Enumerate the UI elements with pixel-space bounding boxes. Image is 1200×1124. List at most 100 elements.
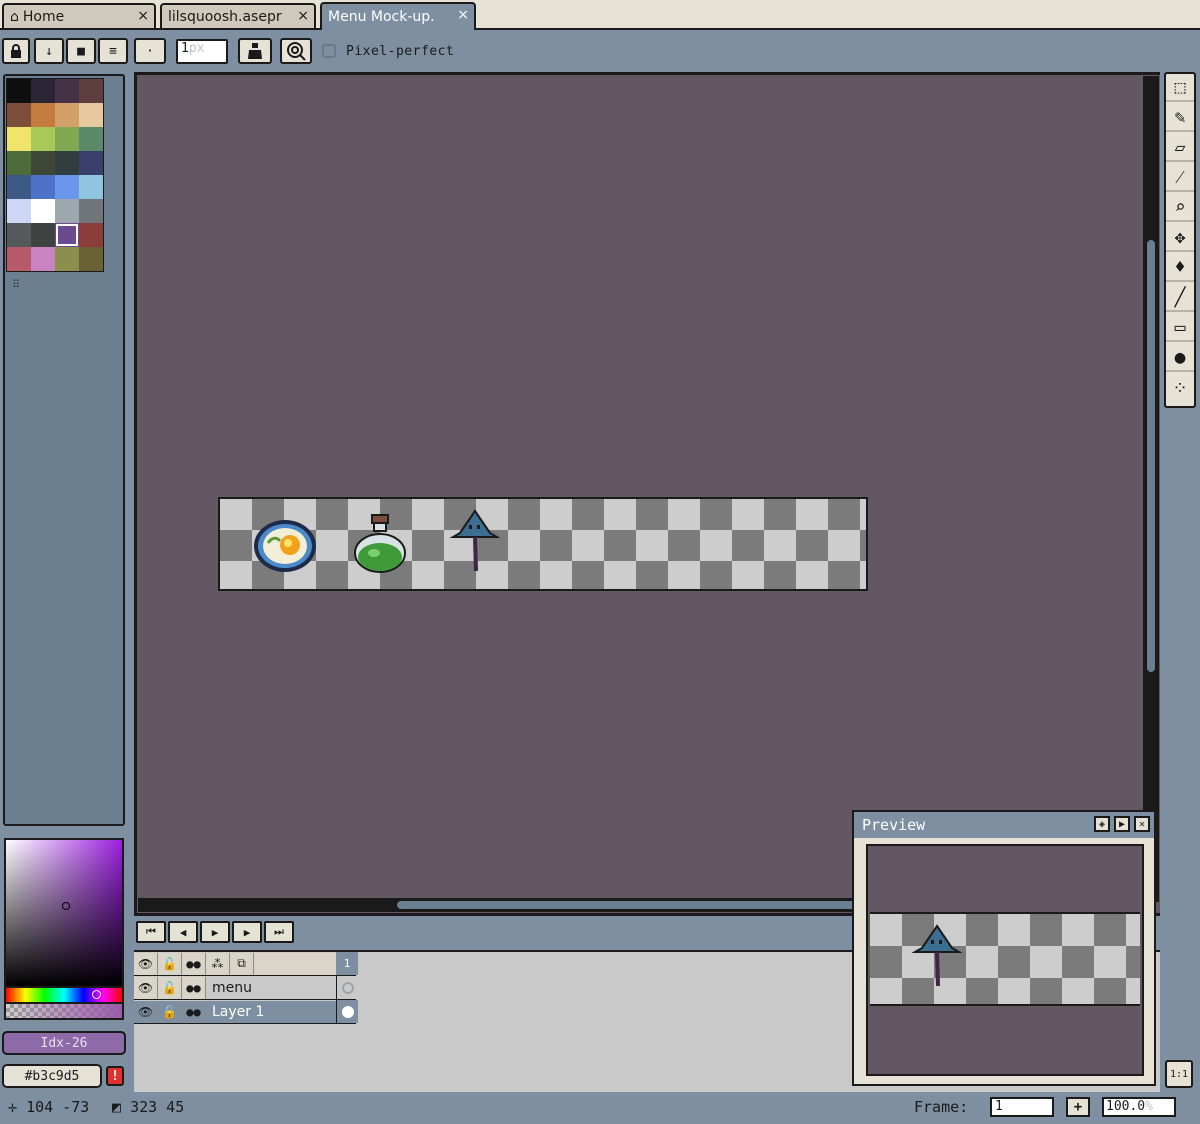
- close-icon[interactable]: ×: [137, 8, 149, 24]
- horizontal-scroll-thumb[interactable]: [397, 901, 867, 909]
- palette-swatch[interactable]: [79, 247, 103, 271]
- play-icon[interactable]: ▶: [200, 921, 230, 943]
- frame-input[interactable]: 1: [990, 1097, 1054, 1117]
- palette-swatch[interactable]: [79, 79, 103, 103]
- hue-slider[interactable]: [4, 988, 124, 1004]
- unlock-icon[interactable]: 🔓: [158, 1000, 182, 1023]
- spray-tool-icon[interactable]: ⁘: [1166, 374, 1194, 402]
- palette-grip-icon[interactable]: ⠿: [12, 278, 20, 291]
- rectangle-tool-icon[interactable]: ▭: [1166, 314, 1194, 342]
- ink-icon[interactable]: [238, 38, 272, 64]
- eye-icon[interactable]: 👁: [134, 976, 158, 999]
- menu-lines-icon[interactable]: ≡: [98, 38, 128, 64]
- palette-swatch[interactable]: [31, 151, 55, 175]
- zoom-tool-icon[interactable]: ⌕: [1166, 194, 1194, 222]
- eye-icon[interactable]: 👁: [134, 1000, 158, 1023]
- palette-swatch[interactable]: [79, 103, 103, 127]
- palette-swatch[interactable]: [31, 199, 55, 223]
- lock-icon[interactable]: [2, 38, 30, 64]
- previous-frame-icon[interactable]: ◀: [168, 921, 198, 943]
- marquee-tool-icon[interactable]: ⬚: [1166, 74, 1194, 102]
- play-preview-icon[interactable]: ▶: [1114, 816, 1130, 832]
- palette-swatch[interactable]: [7, 199, 31, 223]
- palette-swatch[interactable]: [55, 175, 79, 199]
- zoom-input[interactable]: 100.0%: [1102, 1097, 1176, 1117]
- layer-name[interactable]: Layer 1: [206, 1000, 356, 1023]
- pencil-tool-icon[interactable]: ✎: [1166, 104, 1194, 132]
- link-cels-icon[interactable]: ⁂: [206, 952, 230, 975]
- blur-tool-icon[interactable]: ●: [1166, 344, 1194, 372]
- palette-swatch[interactable]: [31, 175, 55, 199]
- close-icon[interactable]: ×: [457, 7, 469, 23]
- unlock-icon[interactable]: 🔓: [158, 976, 182, 999]
- continuous-icon[interactable]: ⧉: [230, 952, 254, 975]
- brush-size-input[interactable]: 1px: [176, 39, 228, 64]
- eyedropper-tool-icon[interactable]: ⁄: [1166, 164, 1194, 192]
- one-to-one-button[interactable]: 1:1: [1165, 1060, 1193, 1088]
- onion-icon[interactable]: ●●: [182, 1000, 206, 1023]
- background-color-button[interactable]: #b3c9d5: [2, 1064, 102, 1088]
- arrow-down-icon[interactable]: ↓: [34, 38, 64, 64]
- pixel-perfect-checkbox[interactable]: [322, 44, 336, 58]
- next-frame-icon[interactable]: ▶: [232, 921, 262, 943]
- first-frame-icon[interactable]: ⏮: [136, 921, 166, 943]
- palette-swatch[interactable]: [55, 199, 79, 223]
- palette-swatch[interactable]: [31, 103, 55, 127]
- palette-swatch[interactable]: [7, 103, 31, 127]
- frame-header[interactable]: 1: [336, 952, 358, 975]
- palette-swatch[interactable]: [7, 151, 31, 175]
- alpha-slider[interactable]: [4, 1004, 124, 1020]
- palette-swatch[interactable]: [31, 247, 55, 271]
- fill-tool-icon[interactable]: ♦: [1166, 254, 1194, 282]
- onion-icon[interactable]: ●●: [182, 976, 206, 999]
- palette-swatch[interactable]: [79, 127, 103, 151]
- palette-swatch[interactable]: [31, 79, 55, 103]
- warning-icon[interactable]: !: [106, 1066, 124, 1086]
- vertical-scroll-thumb[interactable]: [1147, 240, 1155, 672]
- new-frame-button[interactable]: +: [1066, 1097, 1090, 1117]
- palette-swatch[interactable]: [31, 223, 55, 247]
- palette-swatch[interactable]: [7, 79, 31, 103]
- hue-cursor[interactable]: [92, 990, 101, 999]
- palette-swatch[interactable]: [55, 103, 79, 127]
- target-icon[interactable]: [280, 38, 312, 64]
- sprite-canvas[interactable]: [218, 497, 868, 591]
- color-picker-field[interactable]: [4, 838, 124, 988]
- palette-swatch[interactable]: [7, 127, 31, 151]
- brush-type-button[interactable]: ·: [134, 38, 166, 64]
- tab-menu-mockup[interactable]: Menu Mock-up. ×: [320, 2, 476, 30]
- layer-row[interactable]: 👁 🔓 ●● menu: [134, 976, 356, 1000]
- center-icon[interactable]: ◈: [1094, 816, 1110, 832]
- palette-swatch[interactable]: [79, 223, 103, 247]
- layer-row-selected[interactable]: 👁 🔓 ●● Layer 1: [134, 1000, 356, 1024]
- picker-cursor[interactable]: [62, 902, 70, 910]
- square-brush-icon[interactable]: ■: [66, 38, 96, 64]
- last-frame-icon[interactable]: ⏭: [264, 921, 294, 943]
- tab-lilsquoosh[interactable]: lilsquoosh.asepr ×: [160, 3, 316, 28]
- palette-swatch[interactable]: [31, 127, 55, 151]
- palette-swatch[interactable]: [55, 127, 79, 151]
- layer-name[interactable]: menu: [206, 976, 356, 999]
- onion-skin-icon[interactable]: ●●: [182, 952, 206, 975]
- move-tool-icon[interactable]: ✥: [1166, 224, 1194, 252]
- palette-swatch[interactable]: [55, 151, 79, 175]
- palette-swatch[interactable]: [79, 151, 103, 175]
- palette-swatch[interactable]: [7, 223, 31, 247]
- close-icon[interactable]: ✕: [1134, 816, 1150, 832]
- line-tool-icon[interactable]: ╱: [1166, 284, 1194, 312]
- cel-empty[interactable]: [336, 976, 358, 999]
- foreground-color-button[interactable]: Idx-26: [2, 1031, 126, 1055]
- lock-header-icon[interactable]: 🔓: [158, 952, 182, 975]
- palette-swatch[interactable]: [7, 247, 31, 271]
- eraser-tool-icon[interactable]: ▱: [1166, 134, 1194, 162]
- palette-swatch[interactable]: [79, 175, 103, 199]
- palette-swatch[interactable]: [55, 79, 79, 103]
- canvas-editor[interactable]: [134, 72, 1160, 916]
- palette-swatch[interactable]: [7, 175, 31, 199]
- tab-home[interactable]: ⌂ Home ×: [2, 3, 156, 28]
- cel-filled[interactable]: [336, 1000, 358, 1023]
- palette-swatch[interactable]: [55, 223, 79, 247]
- visibility-header-icon[interactable]: 👁: [134, 952, 158, 975]
- close-icon[interactable]: ×: [295, 8, 309, 24]
- palette-swatch[interactable]: [55, 247, 79, 271]
